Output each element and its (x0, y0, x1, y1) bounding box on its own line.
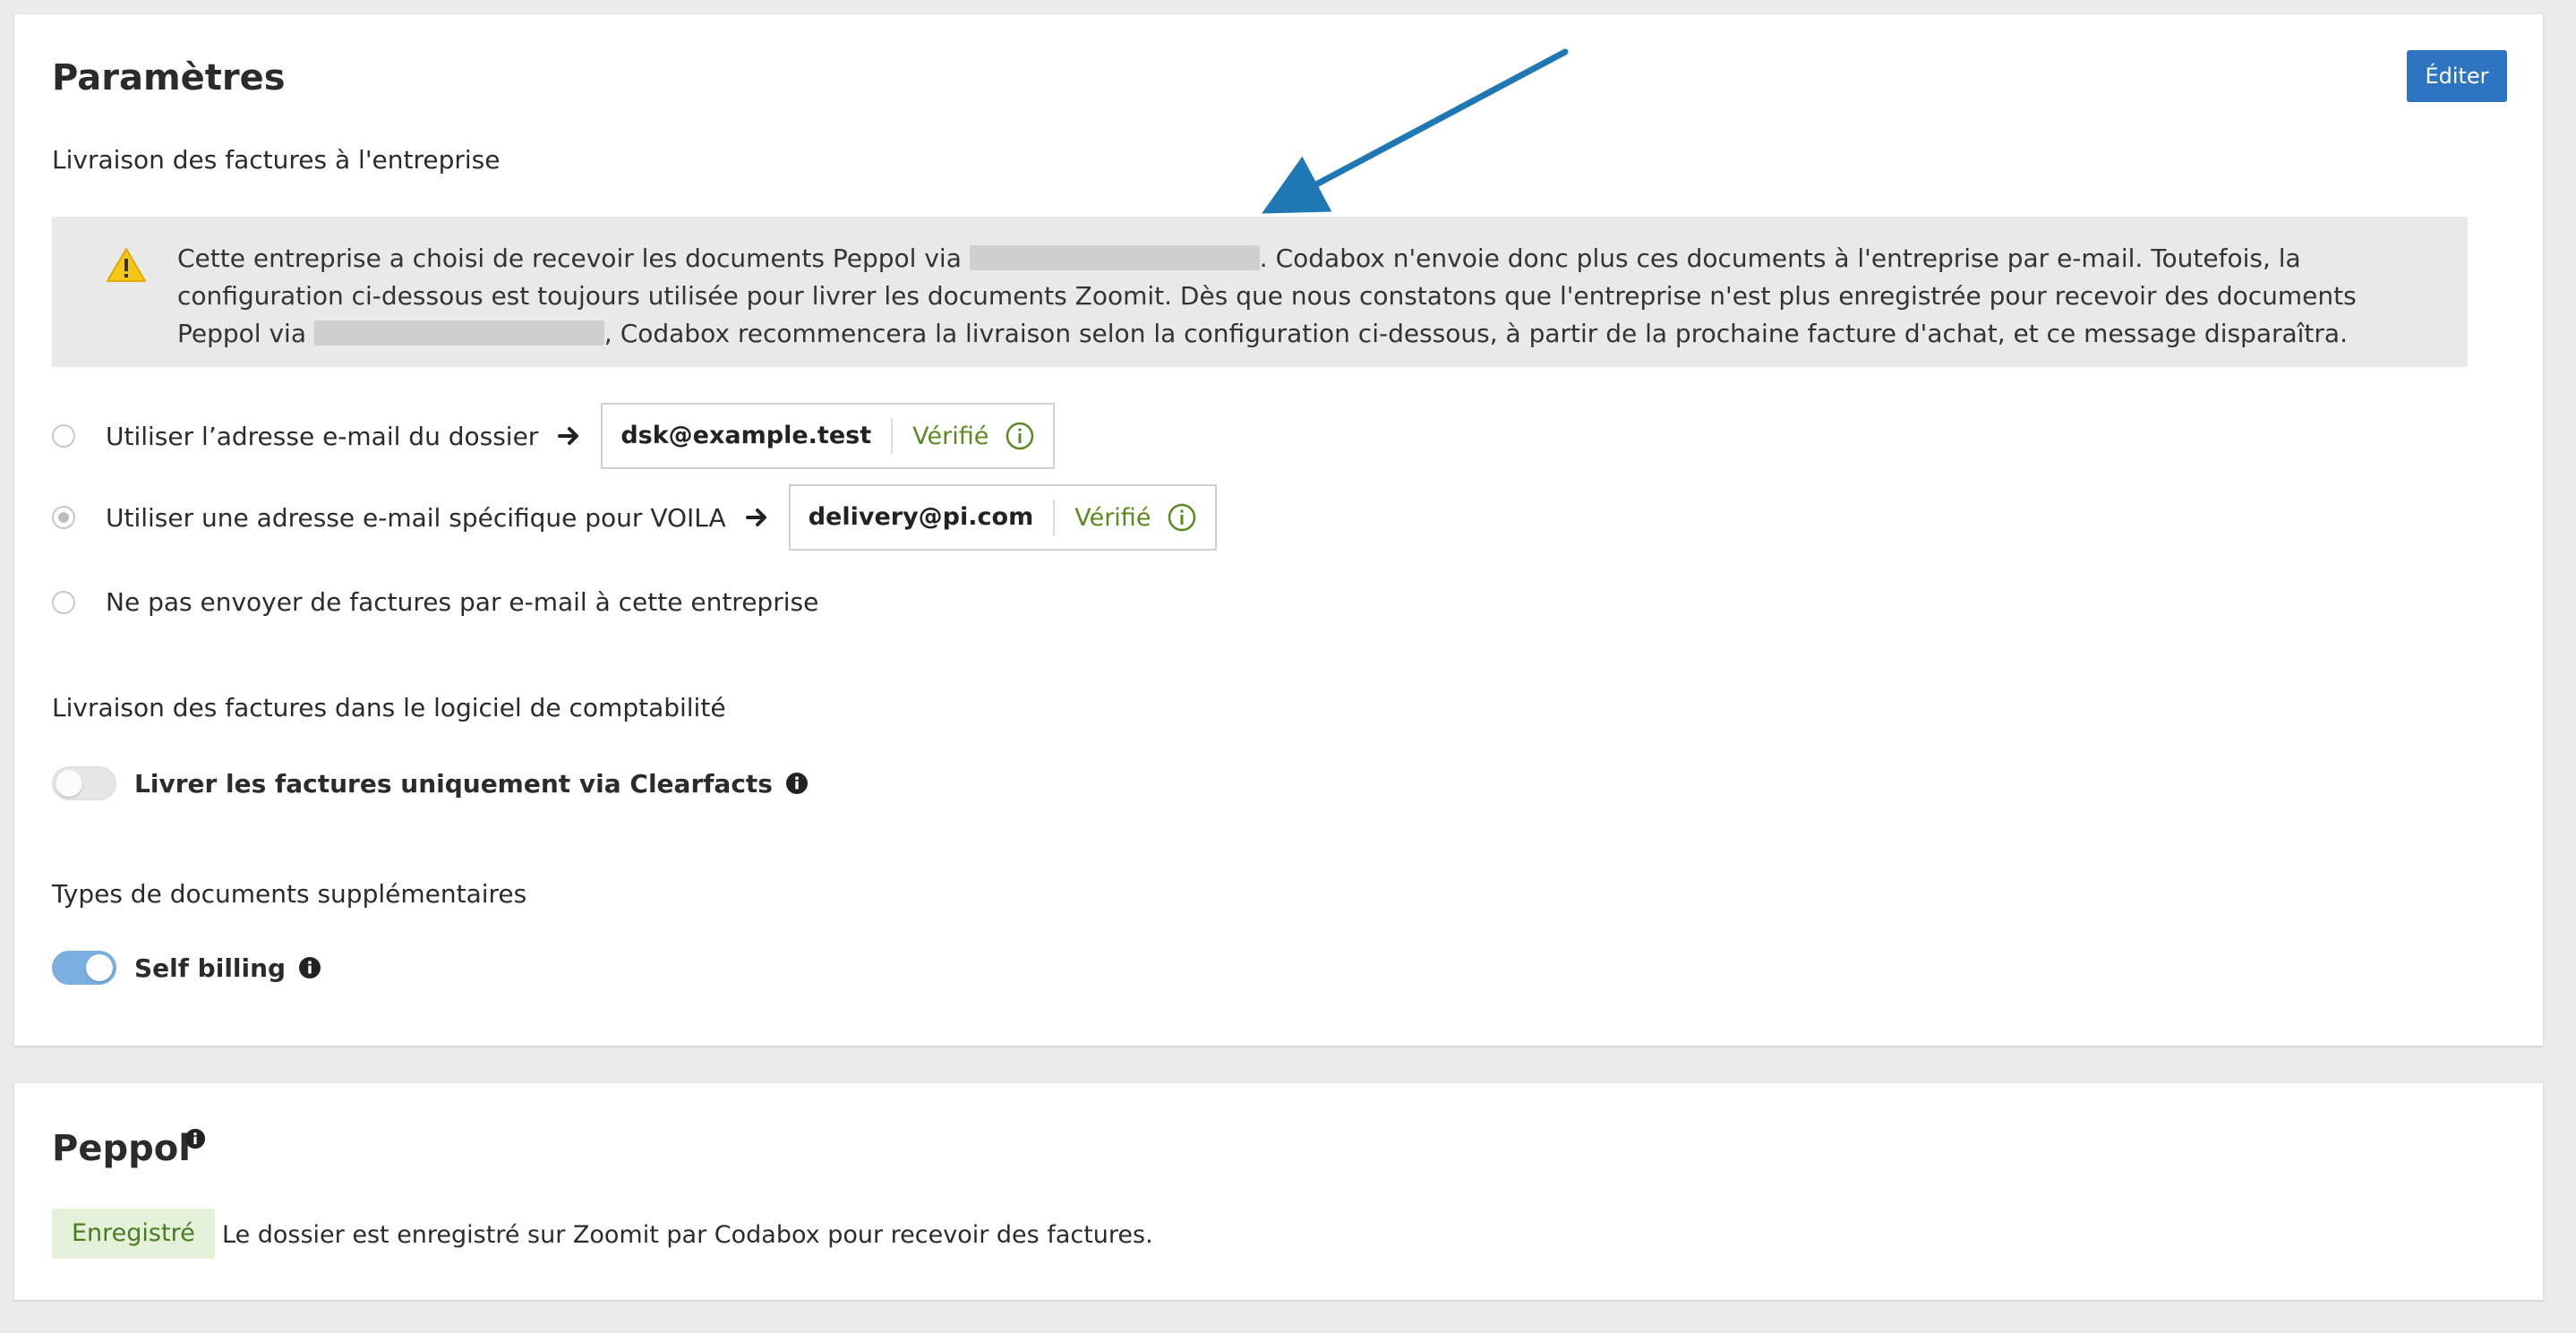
self-billing-toggle[interactable] (52, 951, 116, 985)
redacted-provider (969, 245, 1260, 270)
option-specific-email[interactable]: Utiliser une adresse e-mail spécifique p… (52, 484, 1218, 551)
arrow-right-icon (558, 427, 579, 445)
info-icon[interactable] (1005, 421, 1035, 451)
redacted-provider (313, 320, 604, 346)
info-icon[interactable] (298, 956, 321, 979)
clearfacts-toggle[interactable] (52, 766, 116, 800)
settings-title: Paramètres (52, 57, 286, 98)
option-label: Utiliser une adresse e-mail spécifique p… (106, 502, 726, 533)
info-icon[interactable] (184, 1128, 206, 1149)
info-icon[interactable] (785, 772, 809, 795)
radio-no-email[interactable] (52, 590, 75, 614)
registered-badge: Enregistré (52, 1209, 215, 1259)
verified-status: Vérifié (912, 422, 989, 450)
company-delivery-label: Livraison des factures à l'entreprise (52, 145, 501, 175)
arrow-right-icon (745, 508, 766, 526)
settings-card: Paramètres Éditer Livraison des factures… (14, 14, 2543, 1046)
option-no-email[interactable]: Ne pas envoyer de factures par e-mail à … (52, 587, 818, 617)
accounting-delivery-label: Livraison des factures dans le logiciel … (52, 693, 726, 722)
extra-doc-types-label: Types de documents supplémentaires (52, 879, 527, 909)
peppol-title: Peppol (52, 1128, 191, 1169)
clearfacts-toggle-row: Livrer les factures uniquement via Clear… (52, 766, 809, 800)
option-folder-email[interactable]: Utiliser l’adresse e-mail du dossier dsk… (52, 403, 1056, 469)
peppol-card: Peppol Enregistré Le dossier est enregis… (14, 1083, 2543, 1300)
clearfacts-toggle-label: Livrer les factures uniquement via Clear… (134, 768, 773, 799)
self-billing-toggle-label: Self billing (134, 953, 287, 983)
warning-text-1: Cette entreprise a choisi de recevoir le… (177, 244, 962, 273)
edit-button[interactable]: Éditer (2407, 50, 2507, 102)
radio-specific-email[interactable] (52, 506, 75, 529)
verified-status: Vérifié (1074, 503, 1151, 532)
option-label: Utiliser l’adresse e-mail du dossier (106, 421, 539, 451)
email-display: dsk@example.test Vérifié (601, 403, 1056, 469)
peppol-description: Le dossier est enregistré sur Zoomit par… (222, 1221, 1153, 1249)
warning-text-3: , Codabox recommencera la livraison selo… (603, 319, 2348, 348)
email-display: delivery@pi.com Vérifié (788, 484, 1218, 551)
info-icon[interactable] (1167, 502, 1197, 533)
radio-folder-email[interactable] (52, 424, 75, 448)
self-billing-toggle-row: Self billing (52, 951, 321, 985)
email-address: dsk@example.test (620, 418, 894, 454)
email-address: delivery@pi.com (809, 500, 1056, 535)
warning-icon (107, 248, 146, 282)
option-label: Ne pas envoyer de factures par e-mail à … (106, 587, 819, 617)
peppol-warning-banner: Cette entreprise a choisi de recevoir le… (52, 217, 2468, 367)
